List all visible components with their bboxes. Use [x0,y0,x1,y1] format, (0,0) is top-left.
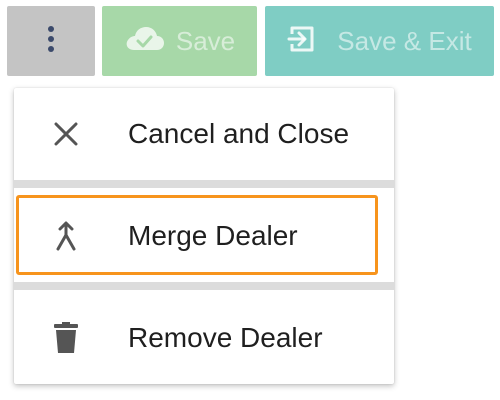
more-vertical-icon [45,24,57,59]
menu-item-label: Cancel and Close [128,118,350,149]
menu-item-label: Remove Dealer [128,322,323,353]
screen: Save Save & Exit Cancel and Close Merge … [0,0,500,400]
save-button[interactable]: Save [102,6,257,76]
exit-arrow-icon [287,24,317,59]
save-and-exit-label: Save & Exit [337,25,472,56]
save-and-exit-button[interactable]: Save & Exit [265,6,494,76]
trash-icon [48,320,84,356]
merge-icon [48,218,84,254]
menu-divider [14,180,394,188]
more-options-button[interactable] [7,6,95,76]
menu-divider [14,282,394,290]
cloud-check-icon [124,24,164,59]
menu-item-label: Merge Dealer [128,220,298,251]
save-label: Save [175,25,236,56]
close-icon [48,116,84,152]
more-options-menu: Cancel and Close Merge Dealer Remove Dea… [14,88,394,384]
menu-item-cancel-and-close[interactable]: Cancel and Close [14,88,394,180]
menu-item-merge-dealer[interactable]: Merge Dealer [14,190,394,282]
menu-item-remove-dealer[interactable]: Remove Dealer [14,292,394,384]
